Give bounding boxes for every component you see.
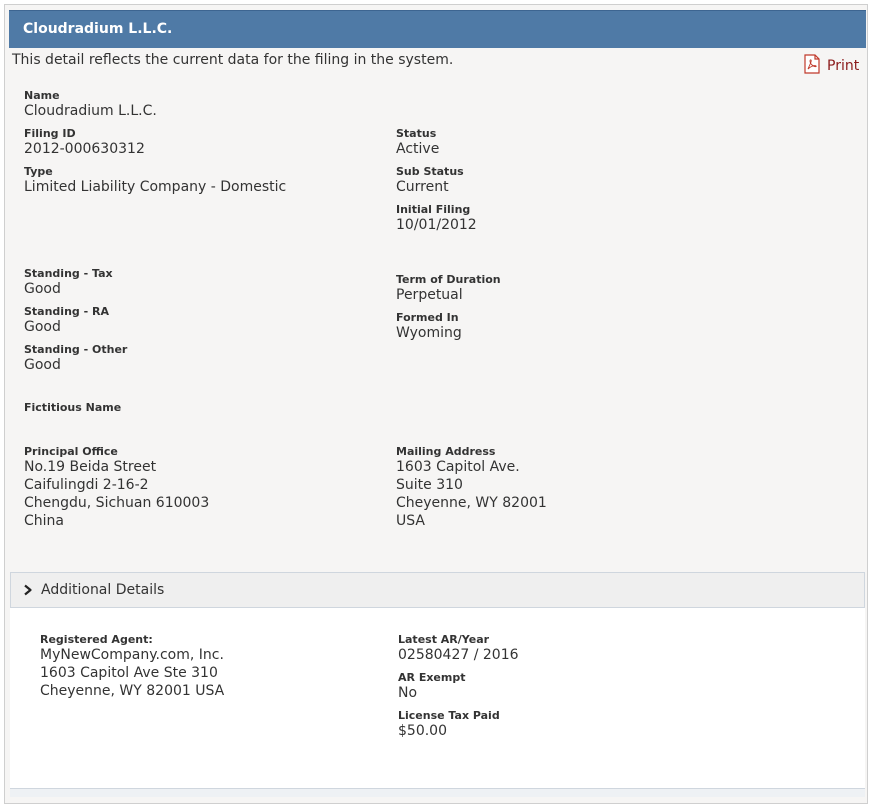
additional-details-toggle[interactable]: Additional Details	[10, 572, 865, 608]
mailing-address-label: Mailing Address	[396, 445, 496, 458]
license-tax-paid-label: License Tax Paid	[398, 709, 500, 722]
status-value: Active	[396, 141, 440, 157]
principal-office-label: Principal Office	[24, 445, 118, 458]
principal-office-line: China	[24, 513, 64, 529]
formed-in-value: Wyoming	[396, 325, 462, 341]
mailing-address-line: Suite 310	[396, 477, 463, 493]
chevron-right-icon	[23, 581, 33, 600]
registered-agent-line: 1603 Capitol Ave Ste 310	[40, 665, 218, 681]
term-of-duration-value: Perpetual	[396, 287, 463, 303]
filing-id-value: 2012-000630312	[24, 141, 145, 157]
principal-office-line: Caifulingdi 2-16-2	[24, 477, 149, 493]
print-button[interactable]: Print	[803, 54, 859, 78]
standing-tax-value: Good	[24, 281, 61, 297]
name-value: Cloudradium L.L.C.	[24, 103, 157, 119]
pdf-icon	[803, 54, 821, 78]
formed-in-label: Formed In	[396, 311, 459, 324]
sub-status-value: Current	[396, 179, 449, 195]
type-value: Limited Liability Company - Domestic	[24, 179, 287, 195]
intro-text: This detail reflects the current data fo…	[12, 52, 454, 68]
next-section-strip	[10, 788, 865, 797]
latest-ar-year-value: 02580427 / 2016	[398, 647, 519, 663]
ar-exempt-value: No	[398, 685, 418, 701]
standing-tax-label: Standing - Tax	[24, 267, 113, 280]
term-of-duration-label: Term of Duration	[396, 273, 501, 286]
ar-exempt-label: AR Exempt	[398, 671, 466, 684]
standing-other-value: Good	[24, 357, 61, 373]
standing-ra-label: Standing - RA	[24, 305, 109, 318]
registered-agent-line: Cheyenne, WY 82001 USA	[40, 683, 225, 699]
fictitious-name-label: Fictitious Name	[24, 401, 122, 414]
status-label: Status	[396, 127, 437, 140]
mailing-address-line: USA	[396, 513, 425, 529]
filing-id-label: Filing ID	[24, 127, 76, 140]
standing-ra-value: Good	[24, 319, 61, 335]
latest-ar-year-label: Latest AR/Year	[398, 633, 490, 646]
sub-status-label: Sub Status	[396, 165, 464, 178]
standing-other-label: Standing - Other	[24, 343, 128, 356]
initial-filing-value: 10/01/2012	[396, 217, 477, 233]
registered-agent-line: MyNewCompany.com, Inc.	[40, 647, 224, 663]
initial-filing-label: Initial Filing	[396, 203, 471, 216]
registered-agent-label: Registered Agent:	[40, 633, 153, 646]
type-label: Type	[24, 165, 53, 178]
principal-office-line: No.19 Beida Street	[24, 459, 157, 475]
mailing-address-line: Cheyenne, WY 82001	[396, 495, 547, 511]
principal-office-line: Chengdu, Sichuan 610003	[24, 495, 210, 511]
page-title: Cloudradium L.L.C.	[9, 10, 866, 48]
additional-details-label: Additional Details	[41, 582, 165, 598]
mailing-address-line: 1603 Capitol Ave.	[396, 459, 520, 475]
name-label: Name	[24, 89, 60, 102]
license-tax-paid-value: $50.00	[398, 723, 447, 739]
print-label[interactable]: Print	[827, 58, 859, 74]
